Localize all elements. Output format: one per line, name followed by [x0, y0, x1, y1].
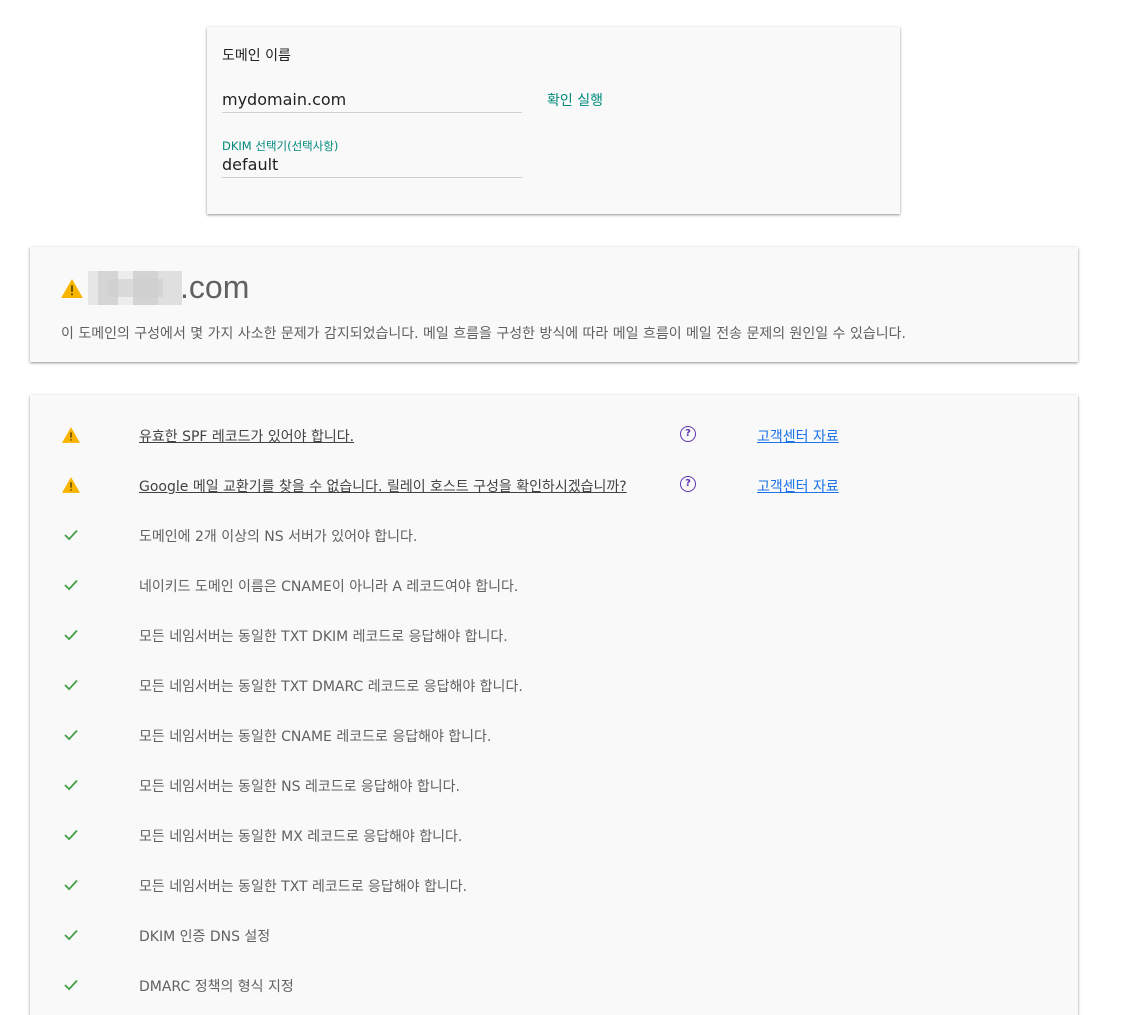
check-text: 네이키드 도메인 이름은 CNAME이 아니라 A 레코드여야 합니다. [139, 579, 519, 595]
check-text: 도메인에 2개 이상의 NS 서버가 있어야 합니다. [139, 529, 418, 545]
dkim-selector-field: DKIM 선택기(선택사항) [222, 138, 522, 178]
help-circle-icon[interactable]: ? [680, 426, 696, 442]
check-text: 모든 네임서버는 동일한 MX 레코드로 응답해야 합니다. [139, 829, 463, 845]
domain-form-card: 도메인 이름 확인 실행 DKIM 선택기(선택사항) [207, 27, 900, 214]
check-row: 도메인에 2개 이상의 NS 서버가 있어야 합니다. [30, 520, 1078, 550]
check-icon [64, 529, 78, 541]
warning-icon [62, 427, 80, 443]
help-center-link[interactable]: 고객센터 자료 [757, 426, 839, 446]
check-row: 모든 네임서버는 동일한 TXT DMARC 레코드로 응답해야 합니다. [30, 670, 1078, 700]
dkim-selector-label: DKIM 선택기(선택사항) [222, 139, 339, 153]
domain-input[interactable] [222, 90, 522, 112]
check-row: Google 메일 교환기를 찾을 수 없습니다. 릴레이 호스트 구성을 확인… [30, 470, 1078, 500]
check-icon [64, 679, 78, 691]
check-text: DMARC 정책의 형식 지정 [139, 979, 294, 995]
check-text: 모든 네임서버는 동일한 TXT 레코드로 응답해야 합니다. [139, 879, 468, 895]
check-text: 모든 네임서버는 동일한 NS 레코드로 응답해야 합니다. [139, 779, 460, 795]
check-text[interactable]: 유효한 SPF 레코드가 있어야 합니다. [139, 426, 354, 446]
check-row: DMARC 정책의 형식 지정 [30, 970, 1078, 1000]
domain-suffix: .com [180, 269, 250, 305]
check-row: 모든 네임서버는 동일한 TXT 레코드로 응답해야 합니다. [30, 870, 1078, 900]
check-row: DKIM 인증 DNS 설정 [30, 920, 1078, 950]
check-row: 모든 네임서버는 동일한 TXT DKIM 레코드로 응답해야 합니다. [30, 620, 1078, 650]
warning-icon [62, 477, 80, 493]
redacted-domain-name [88, 271, 182, 305]
check-text: 모든 네임서버는 동일한 CNAME 레코드로 응답해야 합니다. [139, 729, 492, 745]
check-icon [64, 779, 78, 791]
domain-field [222, 90, 522, 113]
checks-card: 유효한 SPF 레코드가 있어야 합니다.? 고객센터 자료 Google 메일 교… [30, 395, 1078, 1015]
check-icon [64, 829, 78, 841]
check-row: 모든 네임서버는 동일한 MX 레코드로 응답해야 합니다. [30, 820, 1078, 850]
check-row: 모든 네임서버는 동일한 CNAME 레코드로 응답해야 합니다. [30, 720, 1078, 750]
check-icon [64, 629, 78, 641]
check-icon [64, 579, 78, 591]
warning-icon [61, 279, 83, 298]
check-icon [64, 879, 78, 891]
check-text: 모든 네임서버는 동일한 TXT DKIM 레코드로 응답해야 합니다. [139, 629, 508, 645]
dkim-selector-input[interactable] [222, 155, 522, 177]
form-title: 도메인 이름 [222, 48, 291, 64]
check-icon [64, 979, 78, 991]
check-icon [64, 729, 78, 741]
help-circle-icon[interactable]: ? [680, 476, 696, 492]
check-row: 네이키드 도메인 이름은 CNAME이 아니라 A 레코드여야 합니다. [30, 570, 1078, 600]
check-row: 모든 네임서버는 동일한 NS 레코드로 응답해야 합니다. [30, 770, 1078, 800]
check-text: 모든 네임서버는 동일한 TXT DMARC 레코드로 응답해야 합니다. [139, 679, 523, 695]
domain-summary-card: .com 이 도메인의 구성에서 몇 가지 사소한 문제가 감지되었습니다. 메… [30, 247, 1078, 362]
check-text[interactable]: Google 메일 교환기를 찾을 수 없습니다. 릴레이 호스트 구성을 확인… [139, 476, 627, 496]
help-center-link[interactable]: 고객센터 자료 [757, 476, 839, 496]
check-icon [64, 929, 78, 941]
check-text: DKIM 인증 DNS 설정 [139, 929, 271, 945]
check-row: 유효한 SPF 레코드가 있어야 합니다.? 고객센터 자료 [30, 420, 1078, 450]
verify-button[interactable]: 확인 실행 [547, 90, 603, 110]
summary-message: 이 도메인의 구성에서 몇 가지 사소한 문제가 감지되었습니다. 메일 흐름을… [61, 326, 906, 342]
